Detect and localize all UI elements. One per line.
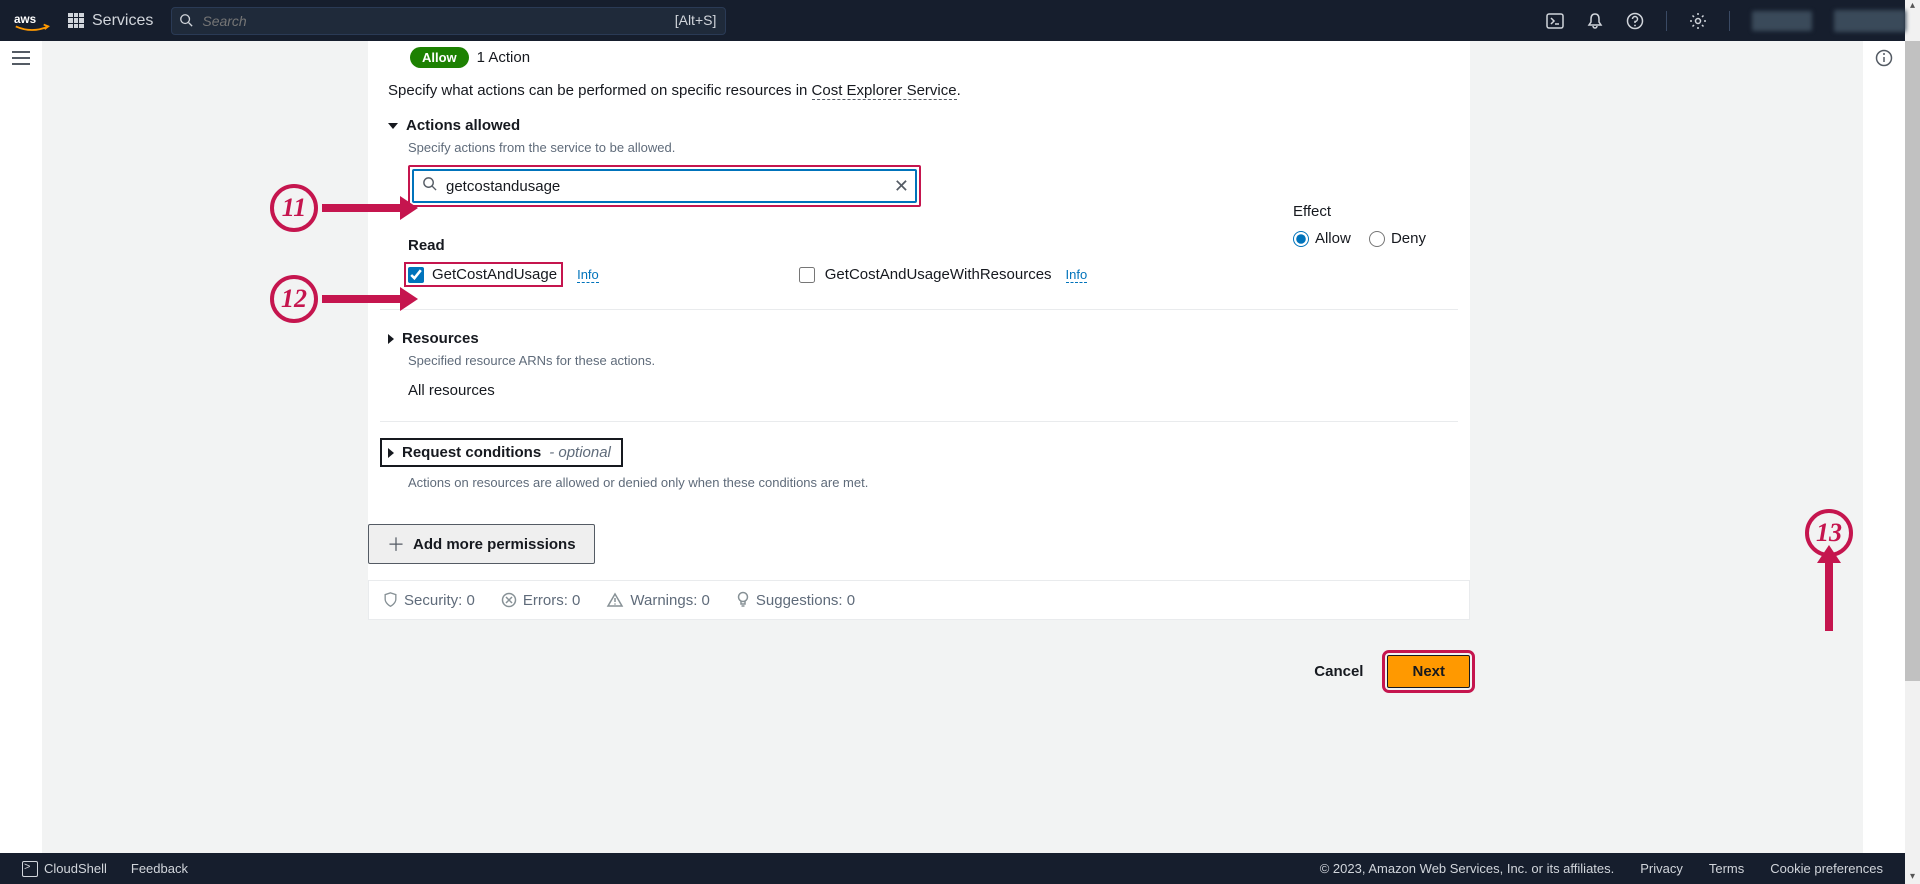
allow-badge: Allow xyxy=(410,47,469,68)
policy-validation-status: Security: 0 Errors: 0 Warnings: 0 Sugges… xyxy=(368,580,1470,620)
errors-count: Errors: 0 xyxy=(523,592,581,609)
effect-group: Effect Allow Deny xyxy=(1293,203,1440,251)
search-icon xyxy=(422,176,437,196)
actions-search[interactable]: ✕ xyxy=(412,169,917,203)
add-more-label: Add more permissions xyxy=(413,536,576,553)
security-count: Security: 0 xyxy=(404,592,475,609)
aws-logo[interactable]: aws xyxy=(14,10,50,32)
cloudshell-icon[interactable] xyxy=(1546,12,1564,30)
resources-label: Resources xyxy=(402,330,479,347)
action-label: GetCostAndUsage xyxy=(432,266,557,283)
cloudshell-link[interactable]: CloudShell xyxy=(22,861,107,877)
resources-heading[interactable]: Resources xyxy=(388,330,1450,347)
services-menu[interactable]: Services xyxy=(68,12,153,30)
global-search[interactable]: [Alt+S] xyxy=(171,7,726,35)
effect-label: Effect xyxy=(1293,203,1440,220)
help-icon[interactable] xyxy=(1626,12,1644,30)
action-count: 1 Action xyxy=(477,49,530,66)
actions-search-highlight: ✕ xyxy=(408,165,921,207)
scroll-down-arrow[interactable]: ▾ xyxy=(1906,871,1919,884)
scroll-up-arrow[interactable]: ▴ xyxy=(1906,0,1919,13)
hamburger-icon xyxy=(12,51,30,65)
actions-allowed-label: Actions allowed xyxy=(406,117,520,134)
resources-section: Resources Specified resource ARNs for th… xyxy=(368,310,1470,421)
action-checkbox[interactable] xyxy=(799,267,815,283)
region-selector[interactable] xyxy=(1752,11,1812,31)
specify-suffix: . xyxy=(957,82,961,99)
add-more-permissions-button[interactable]: ＋ Add more permissions xyxy=(368,524,595,564)
warnings-count: Warnings: 0 xyxy=(630,592,709,609)
request-conditions-toggle[interactable]: Request conditions - optional xyxy=(380,438,623,467)
cloudshell-icon xyxy=(22,861,38,877)
effect-allow-radio[interactable]: Allow xyxy=(1293,230,1351,247)
search-icon xyxy=(179,13,193,32)
topnav-right xyxy=(1546,10,1906,32)
action-checkbox[interactable] xyxy=(408,267,424,283)
cancel-button[interactable]: Cancel xyxy=(1308,655,1369,688)
terms-link[interactable]: Terms xyxy=(1709,861,1744,876)
specify-sentence: Specify what actions can be performed on… xyxy=(368,82,1470,117)
action-label: GetCostAndUsageWithResources xyxy=(825,266,1052,283)
service-link[interactable]: Cost Explorer Service xyxy=(812,82,957,100)
svg-text:aws: aws xyxy=(14,12,37,25)
page-scrollbar-thumb[interactable] xyxy=(1905,41,1920,681)
arrow-icon xyxy=(322,204,402,212)
console-footer: CloudShell Feedback © 2023, Amazon Web S… xyxy=(0,853,1905,884)
global-search-input[interactable] xyxy=(171,7,726,35)
grid-icon xyxy=(68,13,84,29)
resources-desc: Specified resource ARNs for these action… xyxy=(388,347,1450,378)
notifications-icon[interactable] xyxy=(1586,12,1604,30)
arrow-icon xyxy=(1825,561,1833,631)
effect-deny-radio[interactable]: Deny xyxy=(1369,230,1426,247)
caret-right-icon xyxy=(388,448,394,458)
action-getcostandusage[interactable]: GetCostAndUsage xyxy=(404,262,563,287)
request-conditions-optional: - optional xyxy=(549,444,611,461)
next-button[interactable]: Next xyxy=(1387,655,1470,688)
cookie-preferences-link[interactable]: Cookie preferences xyxy=(1770,861,1883,876)
suggestions-count: Suggestions: 0 xyxy=(756,592,855,609)
arrow-icon xyxy=(322,295,402,303)
main-content: Allow 1 Action Specify what actions can … xyxy=(42,41,1863,853)
actions-search-input[interactable] xyxy=(446,178,881,195)
callout-11: 11 xyxy=(270,184,402,232)
permission-card: Allow 1 Action Specify what actions can … xyxy=(368,41,1470,620)
feedback-link[interactable]: Feedback xyxy=(131,861,188,876)
request-conditions-label: Request conditions xyxy=(402,444,541,461)
settings-icon[interactable] xyxy=(1689,12,1707,30)
copyright-text: © 2023, Amazon Web Services, Inc. or its… xyxy=(1320,861,1615,876)
clear-search-icon[interactable]: ✕ xyxy=(894,176,909,197)
divider xyxy=(1666,11,1667,31)
privacy-link[interactable]: Privacy xyxy=(1640,861,1683,876)
callout-13: 13 xyxy=(1805,509,1853,631)
callout-12: 12 xyxy=(270,275,402,323)
divider xyxy=(1729,11,1730,31)
help-panel-toggle[interactable] xyxy=(1863,41,1905,75)
resources-all: All resources xyxy=(388,378,1450,421)
plus-icon: ＋ xyxy=(387,531,405,557)
caret-down-icon xyxy=(388,123,398,129)
top-nav: aws Services [Alt+S] xyxy=(0,0,1920,41)
info-link[interactable]: Info xyxy=(577,267,599,283)
specify-prefix: Specify what actions can be performed on… xyxy=(388,82,812,99)
account-menu[interactable] xyxy=(1834,10,1906,32)
request-conditions-desc: Actions on resources are allowed or deni… xyxy=(380,467,1450,512)
form-actions: Cancel Next xyxy=(368,655,1470,688)
services-label: Services xyxy=(92,12,153,30)
actions-allowed-heading[interactable]: Actions allowed xyxy=(368,117,1470,134)
search-kbd-hint: [Alt+S] xyxy=(675,12,717,28)
actions-allowed-desc: Specify actions from the service to be a… xyxy=(368,134,1470,165)
action-getcostandusage-resources[interactable]: GetCostAndUsageWithResources xyxy=(799,266,1052,283)
caret-right-icon xyxy=(388,334,394,344)
sidenav-toggle[interactable] xyxy=(0,41,42,75)
info-link[interactable]: Info xyxy=(1066,267,1088,283)
